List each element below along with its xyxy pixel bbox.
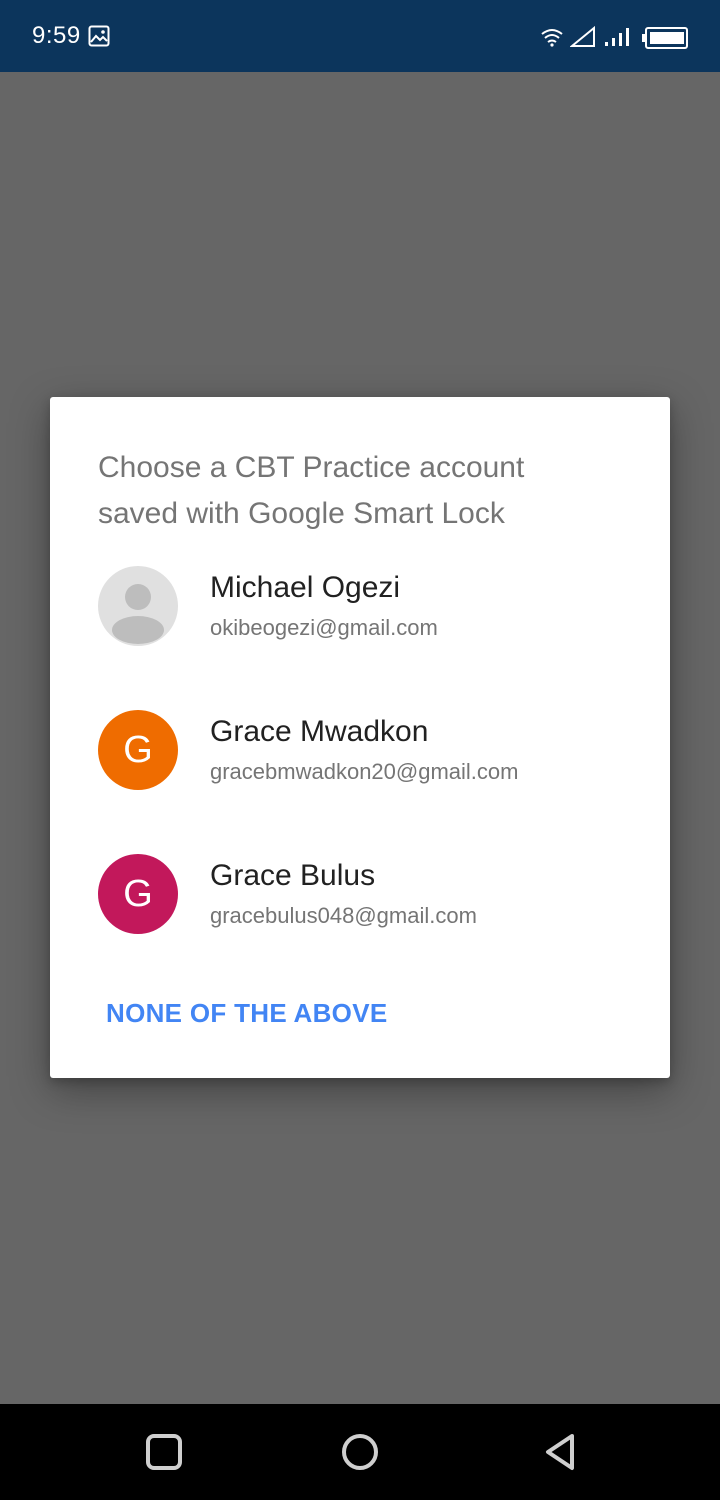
account-item-grace-bulus[interactable]: G Grace Bulus gracebulus048@gmail.com	[50, 854, 670, 974]
account-email: gracebmwadkon20@gmail.com	[210, 759, 519, 784]
letter-avatar: G	[98, 710, 178, 790]
back-triangle-icon[interactable]	[536, 1428, 584, 1476]
account-name: Grace Mwadkon	[210, 715, 429, 748]
system-navigation-bar	[0, 1404, 720, 1500]
home-circle-icon[interactable]	[336, 1428, 384, 1476]
account-name: Michael Ogezi	[210, 571, 401, 604]
account-email: okibeogezi@gmail.com	[210, 615, 438, 640]
account-email: gracebulus048@gmail.com	[210, 903, 477, 928]
status-time: 9:59	[32, 22, 81, 49]
account-name: Grace Bulus	[210, 859, 376, 892]
status-bar: 9:59	[0, 0, 720, 72]
default-avatar-icon	[98, 566, 178, 646]
account-item-michael-ogezi[interactable]: Michael Ogezi okibeogezi@gmail.com	[50, 566, 670, 686]
none-of-the-above-button[interactable]: NONE OF THE ABOVE	[94, 989, 400, 1037]
signal-empty-icon	[570, 26, 595, 47]
signal-bars-icon	[605, 28, 629, 46]
recents-square-icon[interactable]	[140, 1428, 188, 1476]
battery-icon	[642, 27, 688, 49]
letter-avatar: G	[98, 854, 178, 934]
dialog-title: Choose a CBT Practice account saved with…	[98, 451, 525, 530]
smart-lock-account-dialog: Choose a CBT Practice account saved with…	[50, 397, 670, 1078]
wifi-icon	[541, 29, 563, 47]
image-notification-icon	[88, 25, 110, 47]
account-item-grace-mwadkon[interactable]: G Grace Mwadkon gracebmwadkon20@gmail.co…	[50, 710, 670, 830]
